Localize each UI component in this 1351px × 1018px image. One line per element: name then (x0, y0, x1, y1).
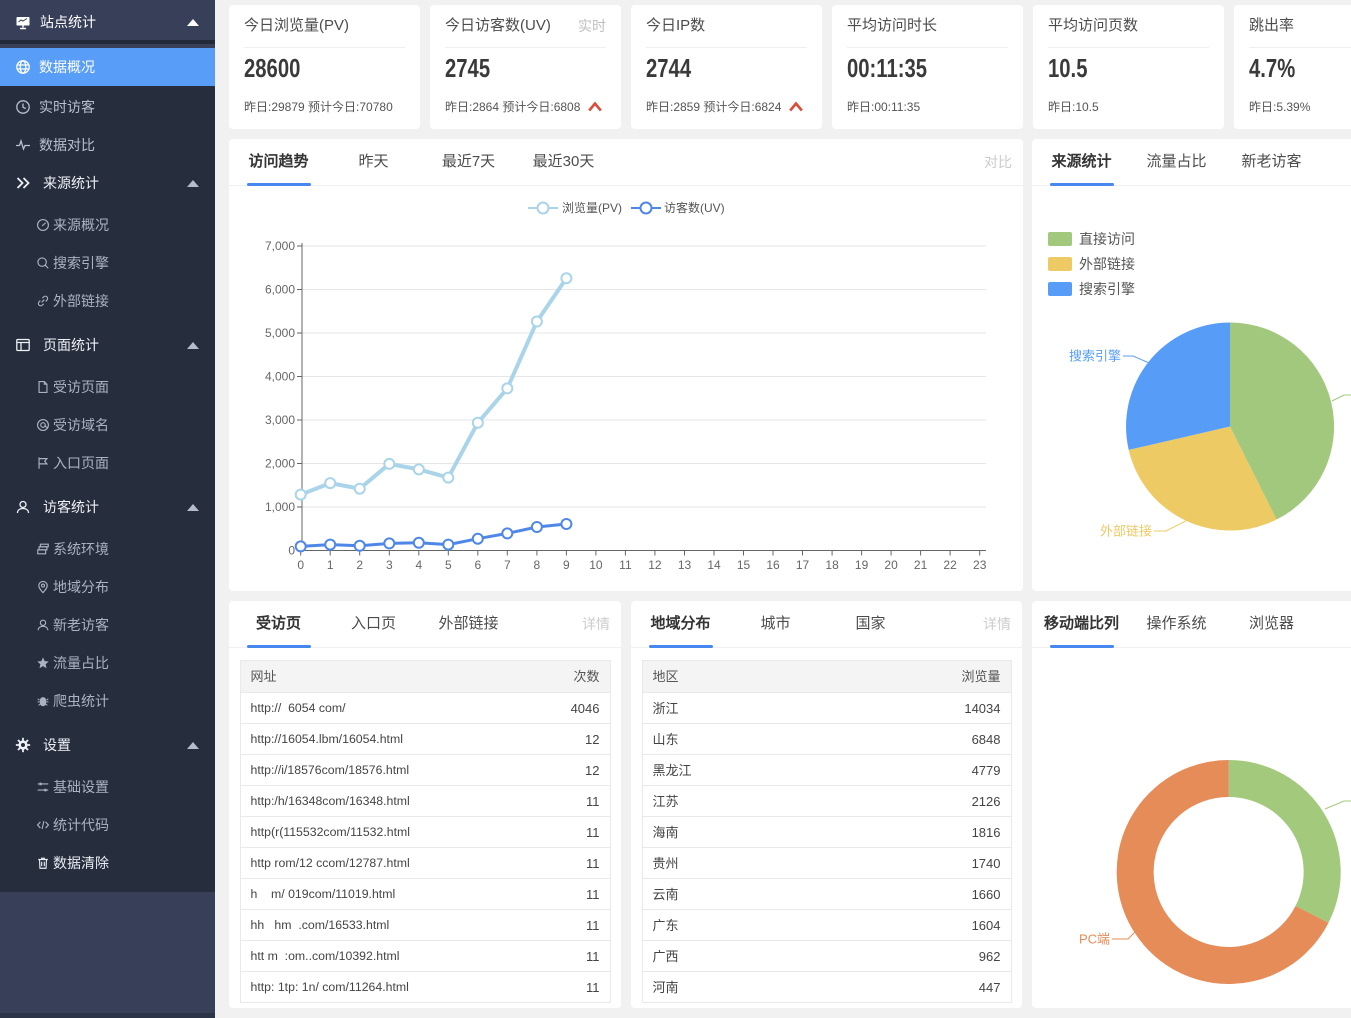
svg-text:9: 9 (563, 558, 570, 572)
svg-text:5,000: 5,000 (265, 326, 295, 340)
svg-text:1,000: 1,000 (265, 500, 295, 514)
svg-text:浏览量(PV): 浏览量(PV) (562, 200, 622, 215)
svg-text:16: 16 (766, 558, 780, 572)
svg-text:0: 0 (297, 558, 304, 572)
svg-text:12: 12 (648, 558, 662, 572)
svg-text:8: 8 (534, 558, 541, 572)
svg-text:3,000: 3,000 (265, 413, 295, 427)
svg-text:1: 1 (327, 558, 334, 572)
svg-text:PC端: PC端 (1079, 932, 1110, 947)
svg-text:22: 22 (943, 558, 957, 572)
svg-text:7,000: 7,000 (265, 239, 295, 253)
svg-text:7: 7 (504, 558, 511, 572)
svg-text:访客数(UV): 访客数(UV) (664, 200, 725, 215)
svg-text:4: 4 (415, 558, 422, 572)
svg-text:外部链接: 外部链接 (1100, 524, 1152, 539)
svg-text:20: 20 (884, 558, 898, 572)
svg-text:14: 14 (707, 558, 721, 572)
svg-text:0: 0 (288, 544, 295, 558)
svg-text:11: 11 (619, 558, 632, 572)
svg-text:13: 13 (678, 558, 692, 572)
svg-text:直接访问: 直接访问 (1079, 231, 1135, 247)
svg-text:2,000: 2,000 (265, 457, 295, 471)
svg-text:3: 3 (386, 558, 393, 572)
svg-text:6,000: 6,000 (265, 283, 295, 297)
svg-text:18: 18 (825, 558, 839, 572)
svg-text:5: 5 (445, 558, 452, 572)
svg-text:2: 2 (356, 558, 363, 572)
svg-text:19: 19 (855, 558, 869, 572)
svg-text:17: 17 (796, 558, 810, 572)
svg-text:搜索引擎: 搜索引擎 (1069, 349, 1121, 364)
svg-text:外部链接: 外部链接 (1079, 256, 1135, 272)
svg-text:搜索引擎: 搜索引擎 (1079, 281, 1135, 297)
svg-text:23: 23 (973, 558, 987, 572)
svg-text:4,000: 4,000 (265, 370, 295, 384)
svg-text:6: 6 (474, 558, 481, 572)
svg-text:15: 15 (737, 558, 751, 572)
svg-text:10: 10 (589, 558, 603, 572)
svg-text:21: 21 (914, 558, 928, 572)
